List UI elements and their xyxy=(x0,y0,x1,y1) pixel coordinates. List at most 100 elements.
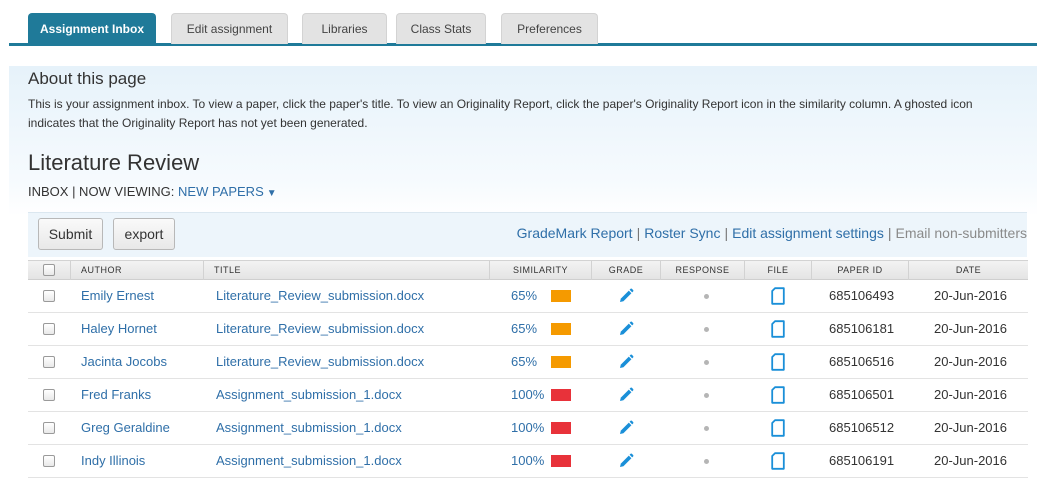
view-filter-dropdown[interactable]: NEW PAPERS ▼ xyxy=(178,184,277,199)
document-icon[interactable] xyxy=(771,353,785,371)
inbox-view-prefix: INBOX | NOW VIEWING: xyxy=(28,184,175,199)
table-body: Emily Ernest Literature_Review_submissio… xyxy=(28,280,1028,478)
submission-date: 20-Jun-2016 xyxy=(934,387,1007,402)
paper-id: 685106516 xyxy=(829,354,895,369)
column-grade[interactable]: GRADE xyxy=(592,261,661,280)
similarity-score-link[interactable]: 100% xyxy=(511,412,544,444)
inbox-toolbar: Submit export GradeMark Report | Roster Sy… xyxy=(28,212,1027,257)
select-all-checkbox[interactable] xyxy=(43,264,55,276)
table-row: Haley Hornet Literature_Review_submissio… xyxy=(28,313,1028,346)
document-icon[interactable] xyxy=(771,287,785,305)
pencil-icon[interactable] xyxy=(617,419,635,437)
pencil-icon[interactable] xyxy=(617,386,635,404)
paper-id: 685106191 xyxy=(829,453,895,468)
dot-icon xyxy=(704,360,709,365)
similarity-bar[interactable] xyxy=(551,389,571,401)
author-link[interactable]: Greg Geraldine xyxy=(81,412,170,444)
dot-icon xyxy=(704,327,709,332)
submission-date: 20-Jun-2016 xyxy=(934,321,1007,336)
similarity-bar[interactable] xyxy=(551,356,571,368)
table-row: Greg Geraldine Assignment_submission_1.d… xyxy=(28,412,1028,445)
column-paper-id[interactable]: PAPER ID xyxy=(812,261,909,280)
submission-date: 20-Jun-2016 xyxy=(934,288,1007,303)
paper-id: 685106181 xyxy=(829,321,895,336)
paper-id: 685106501 xyxy=(829,387,895,402)
column-date[interactable]: DATE xyxy=(909,261,1028,280)
link-separator: | xyxy=(887,225,892,241)
similarity-score-link[interactable]: 100% xyxy=(511,379,544,411)
select-all-column xyxy=(28,261,71,280)
dot-icon xyxy=(704,459,709,464)
link-separator: | xyxy=(636,225,641,241)
similarity-score-link[interactable]: 100% xyxy=(511,445,544,477)
row-checkbox[interactable] xyxy=(43,323,55,335)
toolbar-links: GradeMark Report | Roster Sync | Edit assign… xyxy=(517,225,1027,241)
edit-assignment-settings-link[interactable]: Edit assignment settings xyxy=(732,225,884,241)
paper-title-link[interactable]: Literature_Review_submission.docx xyxy=(216,313,424,345)
column-author[interactable]: AUTHOR xyxy=(71,261,204,280)
table-row: Fred Franks Assignment_submission_1.docx… xyxy=(28,379,1028,412)
similarity-bar[interactable] xyxy=(551,455,571,467)
row-checkbox[interactable] xyxy=(43,290,55,302)
export-button[interactable]: export xyxy=(113,218,175,250)
tab-class-stats[interactable]: Class Stats xyxy=(396,13,486,44)
dot-icon xyxy=(704,426,709,431)
similarity-score-link[interactable]: 65% xyxy=(511,313,537,345)
tab-bar: Assignment Inbox Edit assignment Librari… xyxy=(9,0,1037,46)
similarity-bar[interactable] xyxy=(551,290,571,302)
view-filter-label: NEW PAPERS xyxy=(178,184,264,199)
dot-icon xyxy=(704,393,709,398)
paper-title-link[interactable]: Assignment_submission_1.docx xyxy=(216,379,402,411)
document-icon[interactable] xyxy=(771,452,785,470)
table-row: Jacinta Jocobs Literature_Review_submiss… xyxy=(28,346,1028,379)
caret-down-icon: ▼ xyxy=(266,188,277,199)
similarity-score-link[interactable]: 65% xyxy=(511,346,537,378)
table-header: AUTHOR TITLE SIMILARITY GRADE RESPONSE F… xyxy=(28,260,1028,280)
document-icon[interactable] xyxy=(771,386,785,404)
similarity-score-link[interactable]: 65% xyxy=(511,280,537,312)
tab-edit-assignment[interactable]: Edit assignment xyxy=(171,13,288,44)
tab-libraries[interactable]: Libraries xyxy=(302,13,387,44)
about-text: This is your assignment inbox. To view a… xyxy=(28,97,973,130)
column-title[interactable]: TITLE xyxy=(204,261,490,280)
submit-button[interactable]: Submit xyxy=(38,218,103,250)
paper-title-link[interactable]: Assignment_submission_1.docx xyxy=(216,445,402,477)
column-response[interactable]: RESPONSE xyxy=(661,261,745,280)
pencil-icon[interactable] xyxy=(617,287,635,305)
paper-title-link[interactable]: Literature_Review_submission.docx xyxy=(216,280,424,312)
author-link[interactable]: Indy Illinois xyxy=(81,445,145,477)
about-title: About this page xyxy=(28,69,147,88)
roster-sync-link[interactable]: Roster Sync xyxy=(644,225,720,241)
column-file[interactable]: FILE xyxy=(745,261,812,280)
author-link[interactable]: Haley Hornet xyxy=(81,313,157,345)
paper-title-link[interactable]: Assignment_submission_1.docx xyxy=(216,412,402,444)
author-link[interactable]: Fred Franks xyxy=(81,379,151,411)
row-checkbox[interactable] xyxy=(43,389,55,401)
tab-preferences[interactable]: Preferences xyxy=(501,13,598,44)
row-checkbox[interactable] xyxy=(43,356,55,368)
document-icon[interactable] xyxy=(771,419,785,437)
pencil-icon[interactable] xyxy=(617,452,635,470)
column-similarity[interactable]: SIMILARITY xyxy=(490,261,592,280)
author-link[interactable]: Emily Ernest xyxy=(81,280,154,312)
paper-id: 685106493 xyxy=(829,288,895,303)
similarity-bar[interactable] xyxy=(551,323,571,335)
submission-date: 20-Jun-2016 xyxy=(934,354,1007,369)
email-non-submitters-link[interactable]: Email non-submitters xyxy=(896,225,1028,241)
pencil-icon[interactable] xyxy=(617,353,635,371)
page-title: Literature Review xyxy=(28,150,200,175)
pencil-icon[interactable] xyxy=(617,320,635,338)
author-link[interactable]: Jacinta Jocobs xyxy=(81,346,167,378)
similarity-bar[interactable] xyxy=(551,422,571,434)
submissions-table: AUTHOR TITLE SIMILARITY GRADE RESPONSE F… xyxy=(28,260,1028,478)
row-checkbox[interactable] xyxy=(43,422,55,434)
submission-date: 20-Jun-2016 xyxy=(934,453,1007,468)
inbox-view-line: INBOX | NOW VIEWING: NEW PAPERS ▼ xyxy=(28,184,277,199)
row-checkbox[interactable] xyxy=(43,455,55,467)
document-icon[interactable] xyxy=(771,320,785,338)
paper-title-link[interactable]: Literature_Review_submission.docx xyxy=(216,346,424,378)
grademark-report-link[interactable]: GradeMark Report xyxy=(517,225,633,241)
paper-id: 685106512 xyxy=(829,420,895,435)
tab-assignment-inbox[interactable]: Assignment Inbox xyxy=(28,13,156,44)
link-separator: | xyxy=(724,225,729,241)
